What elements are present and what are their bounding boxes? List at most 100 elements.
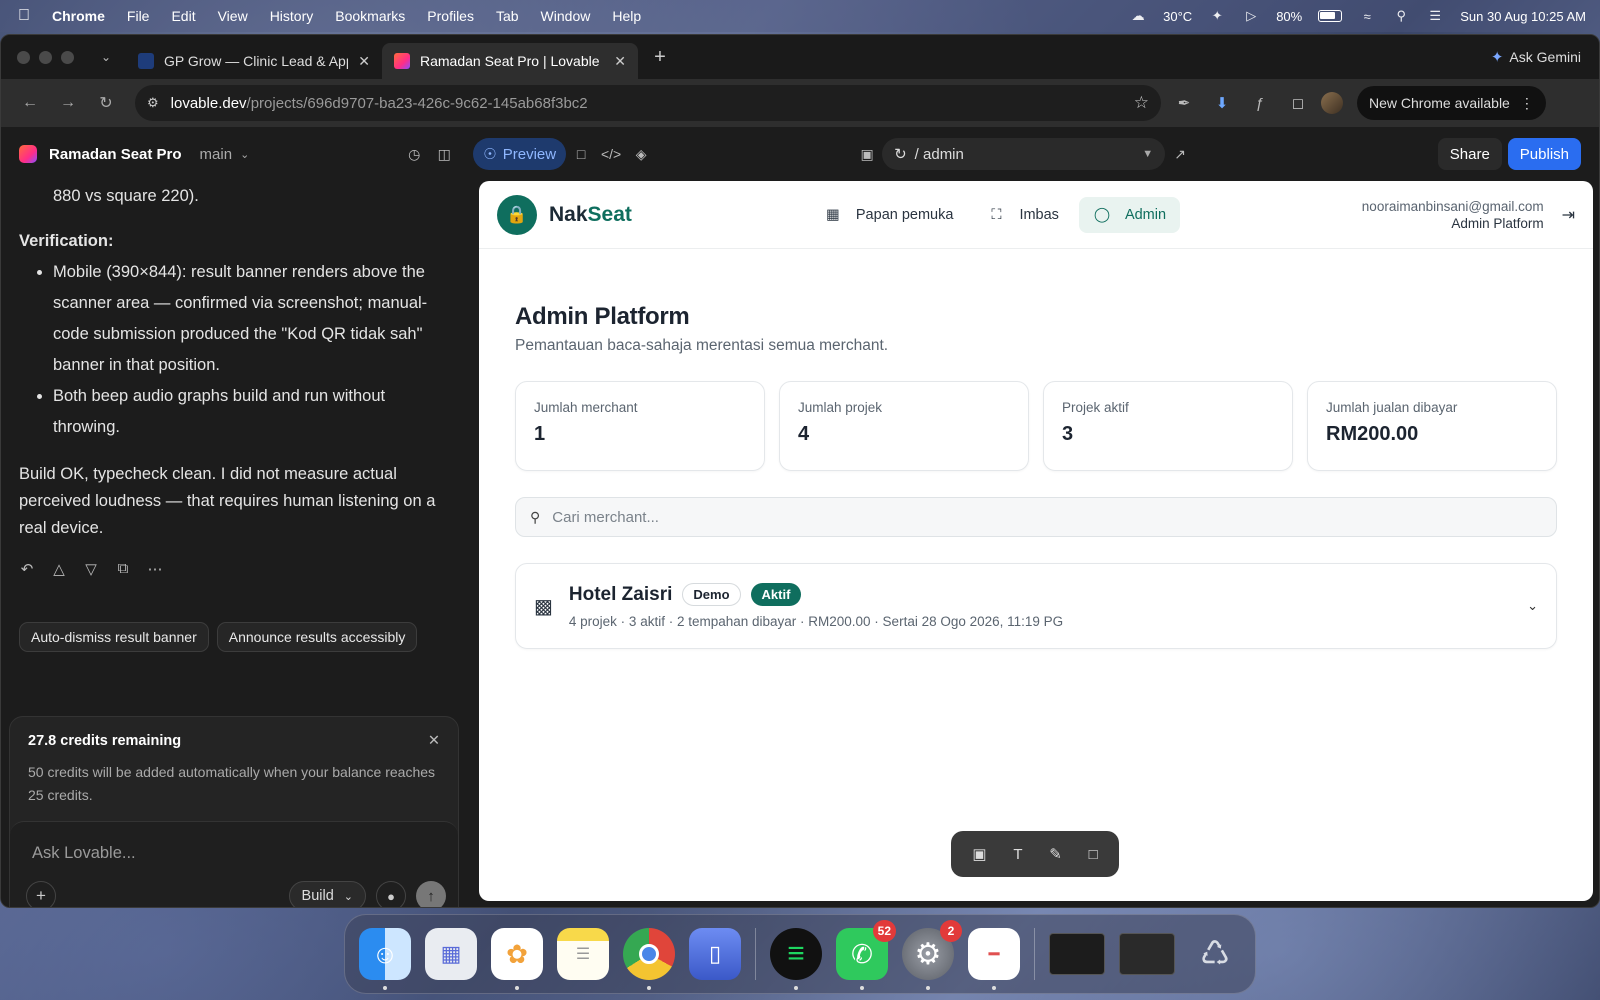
forward-arrow-icon[interactable]: → (53, 88, 83, 118)
desktop-view-icon[interactable]: ▣ (852, 139, 882, 169)
text-tool-icon[interactable]: T (1013, 846, 1022, 863)
thumbs-up-icon[interactable]: △ (51, 560, 67, 578)
wifi-icon[interactable]: ≈ (1358, 9, 1376, 24)
control-center-icon[interactable]: ☰ (1426, 8, 1444, 23)
route-selector[interactable]: ↻ / admin ▼ (882, 138, 1166, 170)
close-window-button[interactable] (17, 50, 30, 64)
nav-dashboard[interactable]: ▦ Papan pemuka (810, 197, 968, 233)
file-icon[interactable]: □ (566, 139, 596, 169)
sidebar-toggle-icon[interactable]: ◫ (429, 139, 459, 169)
refresh-icon[interactable]: ↻ (894, 145, 907, 163)
comment-icon[interactable]: □ (1089, 846, 1098, 863)
preview-button[interactable]: ☉ Preview (473, 138, 567, 170)
tab-search-chevron-icon[interactable]: ⌄ (92, 50, 120, 64)
textedit-icon[interactable]: ━ (968, 928, 1020, 990)
menu-window[interactable]: Window (541, 8, 591, 24)
back-arrow-icon[interactable]: ← (15, 88, 45, 118)
menu-tab[interactable]: Tab (496, 8, 519, 24)
verification-heading: Verification: (19, 232, 114, 250)
select-element-icon[interactable]: ▣ (972, 845, 986, 863)
menu-file[interactable]: File (127, 8, 150, 24)
photos-icon[interactable]: ✿ (491, 928, 543, 990)
menu-history[interactable]: History (270, 8, 314, 24)
thumbs-down-icon[interactable]: ▽ (83, 560, 99, 578)
trash-icon[interactable]: ♺ (1189, 928, 1241, 980)
code-icon[interactable]: </> (596, 139, 626, 169)
menu-edit[interactable]: Edit (171, 8, 195, 24)
tab-ramadan-seat-pro[interactable]: Ramadan Seat Pro | Lovable ✕ (382, 43, 638, 79)
lovable-logo-icon[interactable] (19, 145, 37, 163)
weather-temp[interactable]: 30°C (1163, 9, 1192, 24)
stat-value: 3 (1062, 423, 1074, 445)
menu-help[interactable]: Help (612, 8, 641, 24)
site-settings-icon[interactable]: ⚙ (147, 95, 159, 111)
layers-icon[interactable]: ◈ (626, 139, 656, 169)
chrome-icon[interactable] (623, 928, 675, 990)
play-icon[interactable]: ▷ (1242, 8, 1260, 23)
microphone-icon[interactable]: ● (376, 881, 406, 907)
apple-menu-icon[interactable]:  (14, 7, 34, 25)
close-icon[interactable]: ✕ (428, 733, 440, 749)
menu-app-chrome[interactable]: Chrome (52, 8, 105, 24)
merchant-search-input[interactable]: ⚲ Cari merchant... (515, 497, 1557, 537)
project-name[interactable]: Ramadan Seat Pro (49, 146, 182, 163)
share-button[interactable]: Share (1437, 138, 1502, 170)
menu-profiles[interactable]: Profiles (427, 8, 474, 24)
finder-icon[interactable]: ☺ (359, 928, 411, 990)
menu-view[interactable]: View (218, 8, 248, 24)
spotify-icon[interactable]: ≡ (770, 928, 822, 990)
more-horizontal-icon[interactable]: ⋯ (147, 560, 163, 578)
ask-gemini-button[interactable]: ✦ Ask Gemini (1491, 48, 1581, 66)
launchpad-icon[interactable]: ▦ (425, 928, 477, 980)
history-icon[interactable]: ◷ (399, 139, 429, 169)
notes-icon[interactable]: ☰ (557, 928, 609, 980)
minimized-window-thumbnail[interactable] (1119, 933, 1175, 975)
menu-bookmarks[interactable]: Bookmarks (335, 8, 405, 24)
tab-gp-grow[interactable]: GP Grow — Clinic Lead & App ✕ (126, 43, 382, 79)
puzzle-extensions-icon[interactable]: ◻ (1283, 88, 1313, 118)
send-arrow-icon[interactable]: ↑ (416, 881, 446, 907)
logout-icon[interactable]: ⇥ (1562, 205, 1575, 225)
wand-icon[interactable]: ✦ (1208, 8, 1226, 23)
undo-icon[interactable]: ↶ (19, 560, 35, 578)
zoom-window-button[interactable] (61, 50, 74, 64)
suggestion-chip[interactable]: Announce results accessibly (216, 622, 418, 652)
menubar-clock[interactable]: Sun 30 Aug 10:25 AM (1460, 9, 1586, 24)
download-extension-icon[interactable]: ⬇ (1207, 88, 1237, 118)
open-external-icon[interactable]: ↗ (1165, 139, 1195, 169)
pencil-icon[interactable]: ✎ (1049, 845, 1062, 863)
profile-avatar[interactable] (1321, 92, 1343, 114)
lock-logo-icon[interactable]: 🔒 (497, 194, 537, 235)
bookmark-star-icon[interactable]: ☆ (1134, 93, 1149, 113)
new-chrome-available-button[interactable]: New Chrome available ⋮ (1357, 86, 1546, 120)
brand-name[interactable]: NakSeat (549, 203, 632, 227)
minimize-window-button[interactable] (39, 50, 52, 64)
add-attachment-icon[interactable]: + (26, 881, 56, 907)
cloud-icon[interactable]: ☁ (1129, 8, 1147, 23)
nav-admin[interactable]: ◯ Admin (1078, 196, 1181, 233)
battery-icon[interactable] (1318, 10, 1343, 22)
battery-percent: 80% (1276, 8, 1303, 24)
simulator-icon[interactable]: ▯ (689, 928, 741, 980)
merchant-row[interactable]: ▩ Hotel Zaisri Demo Aktif 4 projek · 3 a… (515, 563, 1557, 649)
nav-scan[interactable]: ⛶ Imbas (973, 197, 1073, 233)
chevron-down-icon[interactable]: ⌄ (1527, 598, 1538, 614)
address-bar[interactable]: ⚙ lovable.dev/projects/696d9707-ba23-426… (135, 85, 1161, 121)
close-tab-icon[interactable]: ✕ (358, 53, 370, 70)
ask-lovable-input[interactable]: Ask Lovable... (10, 822, 458, 863)
branch-selector[interactable]: main ⌄ (200, 146, 250, 163)
reload-icon[interactable]: ↻ (91, 88, 121, 118)
publish-button[interactable]: Publish (1507, 138, 1581, 170)
suggestion-chip[interactable]: Auto-dismiss result banner (19, 622, 209, 652)
page-subtitle: Pemantauan baca-sahaja merentasi semua m… (515, 337, 889, 354)
whatsapp-icon[interactable]: ✆ 52 (836, 920, 896, 990)
new-tab-plus-icon[interactable]: + (644, 46, 676, 69)
system-settings-icon[interactable]: ⚙ 2 (902, 920, 962, 990)
search-icon[interactable]: ⚲ (1392, 8, 1410, 23)
minimized-window-thumbnail[interactable] (1049, 933, 1105, 975)
close-tab-icon[interactable]: ✕ (614, 53, 626, 70)
copy-icon[interactable]: ⧉ (115, 560, 131, 578)
eyedropper-extension-icon[interactable]: ✒ (1169, 88, 1199, 118)
function-extension-icon[interactable]: ƒ (1245, 88, 1275, 118)
mode-selector[interactable]: Build ⌄ (288, 881, 366, 907)
